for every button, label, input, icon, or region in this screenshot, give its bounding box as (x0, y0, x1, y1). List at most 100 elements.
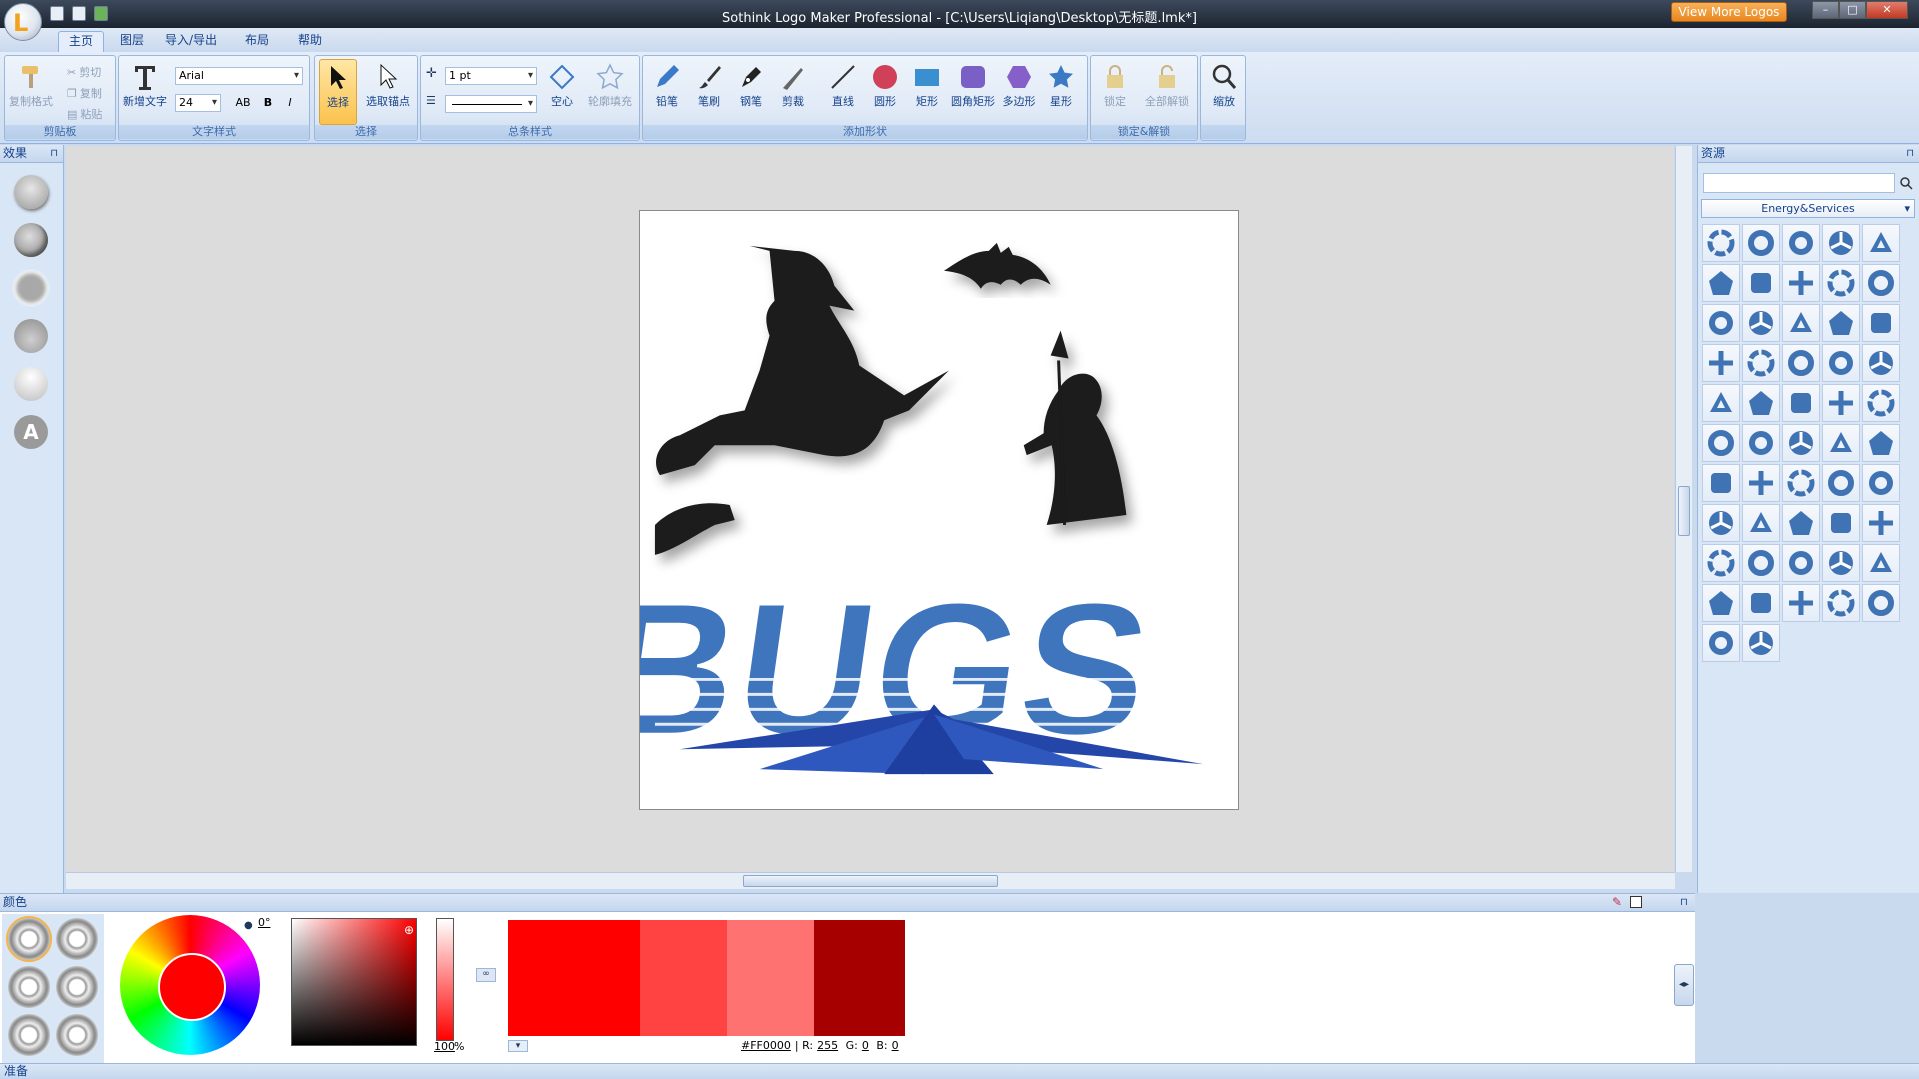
alpha-value[interactable]: 100 (434, 1040, 455, 1053)
copy-button[interactable]: ❐ 复制 (67, 85, 102, 101)
pen-tool-button[interactable]: 钢笔 (731, 59, 771, 125)
round-rect-tool-button[interactable]: 圆角矩形 (949, 59, 997, 125)
resource-icon[interactable] (1742, 224, 1780, 262)
resource-icon[interactable] (1862, 224, 1900, 262)
rect-tool-button[interactable]: 矩形 (907, 59, 947, 125)
brush-tool-button[interactable]: 笔刷 (689, 59, 729, 125)
hex-value[interactable]: #FF0000 (741, 1039, 791, 1052)
bold-button[interactable]: B (259, 94, 277, 111)
bat-silhouette[interactable] (943, 242, 1051, 289)
vertical-scroll-thumb[interactable] (1678, 486, 1690, 536)
resource-icon[interactable] (1742, 584, 1780, 622)
resource-icon[interactable] (1822, 544, 1860, 582)
line-tool-button[interactable]: 直线 (823, 59, 863, 125)
resource-icon[interactable] (1822, 584, 1860, 622)
resource-search-input[interactable] (1703, 173, 1895, 193)
resource-icon[interactable] (1862, 584, 1900, 622)
resource-icon[interactable] (1862, 264, 1900, 302)
resource-icon[interactable] (1742, 384, 1780, 422)
resource-icon[interactable] (1822, 504, 1860, 542)
resource-icon[interactable] (1782, 304, 1820, 342)
tab-help[interactable]: 帮助 (288, 31, 332, 52)
resource-icon[interactable] (1702, 464, 1740, 502)
resource-icon[interactable] (1702, 624, 1740, 662)
resource-icon[interactable] (1702, 424, 1740, 462)
no-color-icon[interactable] (1630, 896, 1642, 908)
resource-icon[interactable] (1702, 224, 1740, 262)
circle-tool-button[interactable]: 圆形 (865, 59, 905, 125)
resource-icon[interactable] (1782, 504, 1820, 542)
unlock-all-button[interactable]: 全部解锁 (1139, 59, 1195, 125)
fill-mode-solid[interactable] (6, 916, 52, 962)
eyedropper-icon[interactable]: ✎ (1612, 894, 1622, 911)
maximize-button[interactable]: □ (1839, 1, 1866, 19)
resource-icon[interactable] (1742, 624, 1780, 662)
resource-icon[interactable] (1862, 424, 1900, 462)
effect-inner-shadow[interactable] (14, 319, 48, 353)
resource-icon[interactable] (1702, 544, 1740, 582)
stroke-dash-select[interactable] (445, 95, 537, 113)
resource-icon[interactable] (1742, 344, 1780, 382)
link-icon[interactable]: ∞ (476, 968, 496, 982)
resource-icon[interactable] (1862, 504, 1900, 542)
resource-icon[interactable] (1862, 464, 1900, 502)
tab-layers[interactable]: 图层 (110, 31, 154, 52)
font-family-select[interactable]: Arial (175, 67, 303, 85)
swatch-dark[interactable] (813, 920, 905, 1036)
resource-icon[interactable] (1742, 424, 1780, 462)
pin-icon[interactable]: ⊓ (50, 145, 58, 162)
vertical-scrollbar[interactable] (1675, 146, 1692, 872)
tab-home[interactable]: 主页 (58, 31, 105, 52)
swatch-dropdown-icon[interactable]: ▾ (508, 1040, 528, 1052)
resource-icon[interactable] (1782, 424, 1820, 462)
resource-icon[interactable] (1782, 224, 1820, 262)
fill-mode-linear[interactable] (56, 918, 98, 960)
resource-icon[interactable] (1782, 344, 1820, 382)
resource-icon[interactable] (1822, 344, 1860, 382)
fill-mode-square[interactable] (8, 1014, 50, 1056)
resource-icon[interactable] (1862, 304, 1900, 342)
font-size-select[interactable]: 24 (175, 94, 221, 112)
fill-mode-radial[interactable] (8, 966, 50, 1008)
star-tool-button[interactable]: 星形 (1041, 59, 1081, 125)
resource-icon[interactable] (1782, 584, 1820, 622)
format-painter-button[interactable]: 复制格式 (9, 59, 53, 125)
text-effect-icon[interactable]: A (14, 415, 48, 449)
view-more-logos-button[interactable]: View More Logos (1671, 2, 1787, 22)
r-value[interactable]: 255 (817, 1039, 838, 1052)
resource-icon[interactable] (1742, 464, 1780, 502)
swatch-lighter[interactable] (726, 920, 814, 1036)
fill-mode-reflect[interactable] (56, 1014, 98, 1056)
canvas-area[interactable]: BUGS (66, 146, 1674, 872)
resource-category-select[interactable]: Energy&Services (1701, 199, 1915, 218)
horizontal-scroll-thumb[interactable] (743, 875, 998, 887)
resource-icon[interactable] (1702, 344, 1740, 382)
effect-bevel[interactable] (14, 223, 48, 257)
resource-icon[interactable] (1822, 304, 1860, 342)
resource-icon[interactable] (1822, 264, 1860, 302)
artboard[interactable]: BUGS (639, 210, 1239, 810)
resource-icon[interactable] (1822, 224, 1860, 262)
close-button[interactable]: ✕ (1866, 1, 1908, 19)
italic-button[interactable]: I (281, 94, 299, 111)
small-witch-silhouette[interactable] (1023, 330, 1127, 526)
resource-icon[interactable] (1742, 304, 1780, 342)
search-icon[interactable] (1897, 173, 1915, 193)
polygon-tool-button[interactable]: 多边形 (999, 59, 1039, 125)
resource-icon[interactable] (1782, 264, 1820, 302)
witch-silhouette[interactable] (654, 245, 949, 555)
fill-mode-conic[interactable] (56, 966, 98, 1008)
resource-icon[interactable] (1702, 504, 1740, 542)
outline-fill-button[interactable]: 轮廓填充 (583, 59, 637, 125)
resource-icon[interactable] (1742, 544, 1780, 582)
saturation-value-picker[interactable]: ⊕ (291, 918, 417, 1046)
cut-button[interactable]: ✂ 剪切 (67, 64, 101, 80)
resource-icon[interactable] (1822, 464, 1860, 502)
swatch-base[interactable] (508, 920, 640, 1036)
select-tool-button[interactable]: 选择 (319, 59, 357, 125)
hue-color-wheel[interactable] (120, 915, 260, 1055)
app-menu-button[interactable]: L (4, 3, 42, 41)
paste-button[interactable]: ▤ 粘贴 (67, 106, 102, 122)
pin-icon[interactable]: ⊓ (1906, 145, 1914, 162)
text-case-button[interactable]: AB (231, 94, 255, 111)
